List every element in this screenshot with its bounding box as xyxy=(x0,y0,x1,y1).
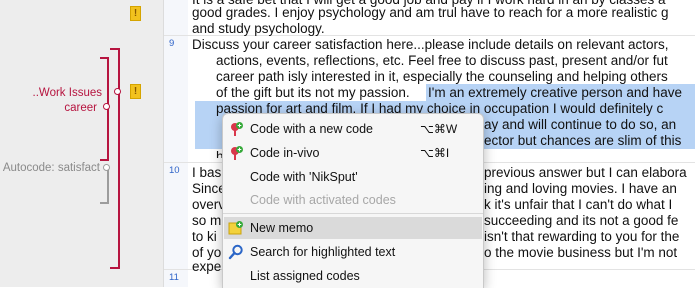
memo-flag-icon[interactable]: ! xyxy=(130,6,141,21)
menu-item-shortcut: ⌥⌘W xyxy=(420,122,458,136)
menu-item-label: Code in-vivo xyxy=(250,146,320,160)
code-bracket-cap-bottom xyxy=(110,267,119,269)
text-line: expe xyxy=(192,259,222,274)
menu-item-search-highlighted-text[interactable]: Search for highlighted text xyxy=(224,241,482,263)
paragraph-number-gutter xyxy=(164,0,188,287)
menu-item-label: Code with a new code xyxy=(250,122,373,136)
selected-text: ay and will continue to do so, an xyxy=(484,117,677,132)
menu-item-label: New memo xyxy=(250,221,314,235)
selected-text: ector but chances are slim of this xyxy=(484,133,682,148)
text-line: actions, events, reflections, etc. Feel … xyxy=(216,53,668,68)
menu-item-label: Code with activated codes xyxy=(250,193,396,207)
in-vivo-code-icon xyxy=(231,146,243,160)
text-line: good grades. I enjoy psychology and am t… xyxy=(192,5,669,20)
text-line: and study psychology. xyxy=(192,21,325,36)
code-node-icon[interactable] xyxy=(103,164,110,171)
text-line: previous answer but I can elabora xyxy=(484,165,687,180)
context-menu: Code with a new code ⌥⌘W Code in-vivo ⌥⌘… xyxy=(222,113,484,288)
text-line: k it's unfair that I can't do what I xyxy=(484,197,673,212)
menu-item-code-in-vivo[interactable]: Code in-vivo ⌥⌘I xyxy=(224,142,482,164)
menu-item-label: Code with 'NikSput' xyxy=(250,170,358,184)
text-line: of the gift but its not my passion. xyxy=(216,85,410,100)
code-bracket-cap-top xyxy=(110,48,119,50)
menu-item-new-memo[interactable]: New memo xyxy=(224,217,482,239)
menu-item-code-with-new-code[interactable]: Code with a new code ⌥⌘W xyxy=(224,118,482,140)
memo-flag-icon[interactable]: ! xyxy=(130,84,141,99)
search-icon xyxy=(228,244,243,260)
text-line: Discuss your career satisfaction here...… xyxy=(192,37,669,52)
menu-item-list-assigned-codes[interactable]: List assigned codes xyxy=(224,265,482,287)
code-bracket-cap-top xyxy=(100,57,108,59)
text-line: to ki xyxy=(192,229,217,244)
code-label-autocode[interactable]: Autocode: satisfact xyxy=(3,162,100,174)
code-label-career[interactable]: career xyxy=(64,102,97,114)
code-label-work-issues[interactable]: ..Work Issues xyxy=(33,87,102,99)
menu-item-code-with-activated-codes: Code with activated codes xyxy=(224,189,482,211)
text-line: overv xyxy=(192,197,226,212)
code-node-icon[interactable] xyxy=(103,103,110,110)
new-code-icon xyxy=(231,122,243,136)
text-line: ing and loving movies. I have an xyxy=(484,181,677,196)
selected-text: I'm an extremely creative person and hav… xyxy=(428,85,682,100)
code-bracket-work-issues[interactable] xyxy=(118,48,120,269)
text-line: career path isly interested in it, espec… xyxy=(216,69,668,84)
code-bracket-cap-bottom xyxy=(100,202,108,204)
menu-item-code-with-nikspuut[interactable]: Code with 'NikSput' xyxy=(224,166,482,188)
text-line: Since xyxy=(192,181,226,196)
menu-separator xyxy=(223,213,483,214)
paragraph-number: 11 xyxy=(169,272,179,283)
paragraph-number: 9 xyxy=(169,38,175,49)
paragraph-number: 10 xyxy=(169,165,180,176)
text-line: isn't that rewarding to you for the xyxy=(484,229,680,244)
text-line: so m xyxy=(192,213,222,228)
coding-stripes-pane: ! ! ..Work Issues career Autocode: satis… xyxy=(0,0,164,287)
menu-item-label: List assigned codes xyxy=(250,269,360,283)
text-line: succeeding and its not a good fe xyxy=(484,213,679,228)
code-node-icon[interactable] xyxy=(114,88,121,95)
menu-item-shortcut: ⌥⌘I xyxy=(420,146,450,160)
code-bracket-cap-bottom xyxy=(100,159,108,161)
new-memo-icon xyxy=(228,221,243,235)
code-bracket-autocode[interactable] xyxy=(107,170,109,204)
text-line: I bas xyxy=(192,165,222,180)
menu-item-label: Search for highlighted text xyxy=(250,245,396,259)
text-line: o the movie business but I'm not xyxy=(484,245,678,260)
